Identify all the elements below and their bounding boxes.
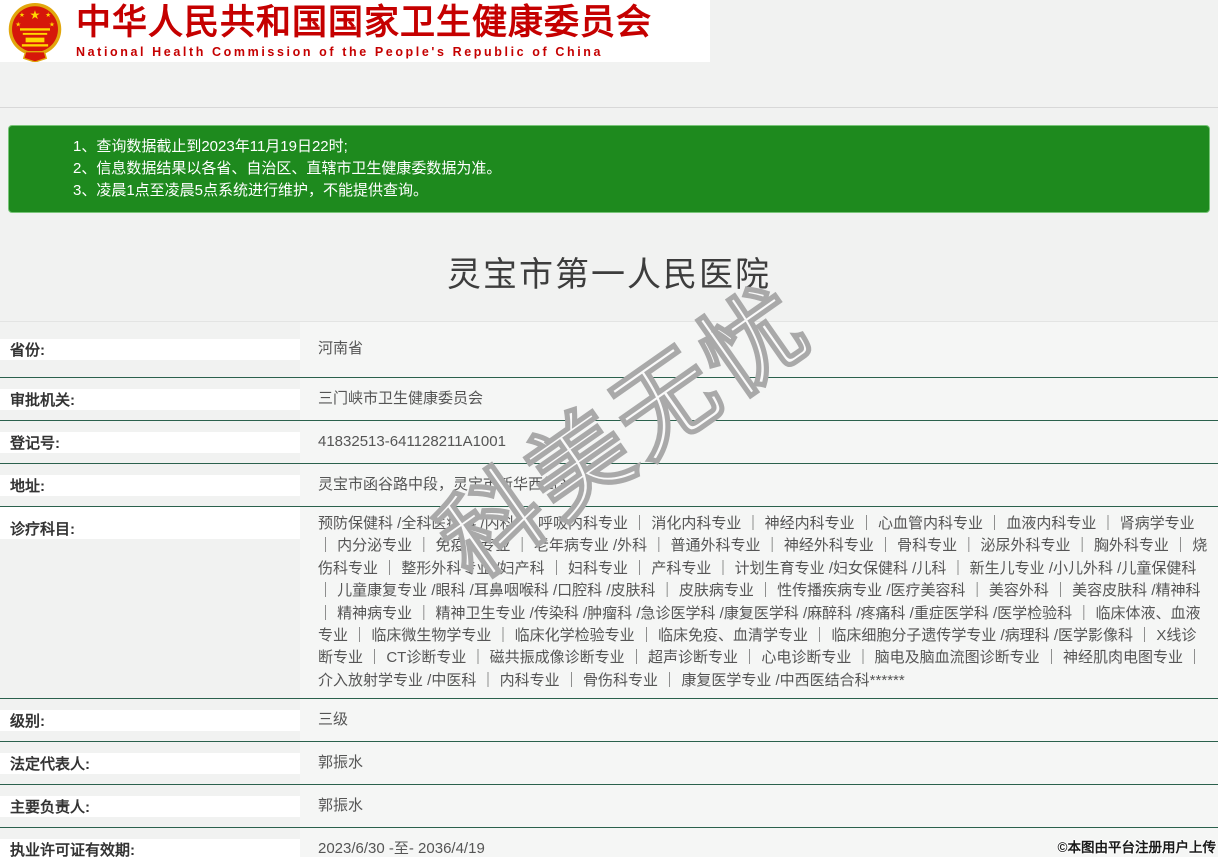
table-row-principal: 主要负责人: 郭振水	[0, 785, 1218, 829]
row-label: 登记号:	[0, 431, 300, 453]
notice-item-1: 1、查询数据截止到2023年11月19日22时;	[73, 138, 348, 155]
row-label: 审批机关:	[0, 388, 300, 410]
row-value: 灵宝市函谷路中段，灵宝市新华西街39号	[300, 464, 1218, 506]
info-table: 省份: 河南省 审批机关: 三门峡市卫生健康委员会 登记号: 41832513-…	[0, 321, 1218, 857]
site-header-box: ★ ★ ★ ★ ★ 中华人民共和国国家卫生健康委员会 National Heal…	[0, 0, 710, 62]
table-row-level: 级别: 三级	[0, 699, 1218, 743]
notice-item-3: 3、凌晨1点至凌晨5点系统进行维护，不能提供查询。	[73, 182, 429, 199]
row-value: 郭振水	[300, 785, 1218, 828]
table-row-province: 省份: 河南省	[0, 322, 1218, 378]
header-divider	[0, 107, 1218, 108]
row-label: 诊疗科目:	[0, 507, 300, 539]
site-header: ★ ★ ★ ★ ★ 中华人民共和国国家卫生健康委员会 National Heal…	[0, 0, 1218, 62]
svg-text:★: ★	[19, 12, 25, 19]
row-label: 级别:	[0, 709, 300, 731]
row-value: 三级	[300, 699, 1218, 742]
table-row-medical-subjects: 诊疗科目: 预防保健科 /全科医疗科 /内科 ｜ 呼吸内科专业 ｜ 消化内科专业…	[0, 507, 1218, 700]
china-national-emblem-icon: ★ ★ ★ ★ ★	[8, 2, 62, 62]
notice-item-2: 2、信息数据结果以各省、自治区、直辖市卫生健康委数据为准。	[73, 160, 502, 177]
table-row-license-validity: 执业许可证有效期: 2023/6/30 -至- 2036/4/19	[0, 828, 1218, 857]
site-titles: 中华人民共和国国家卫生健康委员会 National Health Commiss…	[76, 2, 653, 59]
row-label: 地址:	[0, 474, 300, 496]
svg-text:★: ★	[15, 21, 21, 28]
row-label: 省份:	[0, 339, 300, 360]
notice-box: 1、查询数据截止到2023年11月19日22时; 2、信息数据结果以各省、自治区…	[8, 125, 1210, 213]
row-label: 法定代表人:	[0, 752, 300, 774]
table-row-approval-authority: 审批机关: 三门峡市卫生健康委员会	[0, 378, 1218, 421]
row-value: 41832513-641128211A1001	[300, 421, 1218, 463]
row-value: 郭振水	[300, 742, 1218, 785]
row-value: 三门峡市卫生健康委员会	[300, 378, 1218, 420]
row-label: 执业许可证有效期:	[0, 838, 300, 857]
svg-text:★: ★	[30, 7, 41, 21]
svg-text:★: ★	[49, 21, 55, 28]
site-title-en: National Health Commission of the People…	[76, 44, 604, 59]
row-label: 主要负责人:	[0, 795, 300, 817]
site-title-cn: 中华人民共和国国家卫生健康委员会	[76, 2, 653, 42]
row-value: 河南省	[300, 322, 1218, 377]
table-row-legal-representative: 法定代表人: 郭振水	[0, 742, 1218, 786]
attribution-label: ©本图由平台注册用户上传	[1057, 840, 1216, 855]
page: ★ ★ ★ ★ ★ 中华人民共和国国家卫生健康委员会 National Heal…	[0, 0, 1218, 857]
svg-text:★: ★	[45, 12, 51, 19]
page-title: 灵宝市第一人民医院	[447, 256, 771, 294]
table-row-address: 地址: 灵宝市函谷路中段，灵宝市新华西街39号	[0, 464, 1218, 507]
row-value: 预防保健科 /全科医疗科 /内科 ｜ 呼吸内科专业 ｜ 消化内科专业 ｜ 神经内…	[300, 507, 1218, 699]
table-row-registration-number: 登记号: 41832513-641128211A1001	[0, 421, 1218, 464]
